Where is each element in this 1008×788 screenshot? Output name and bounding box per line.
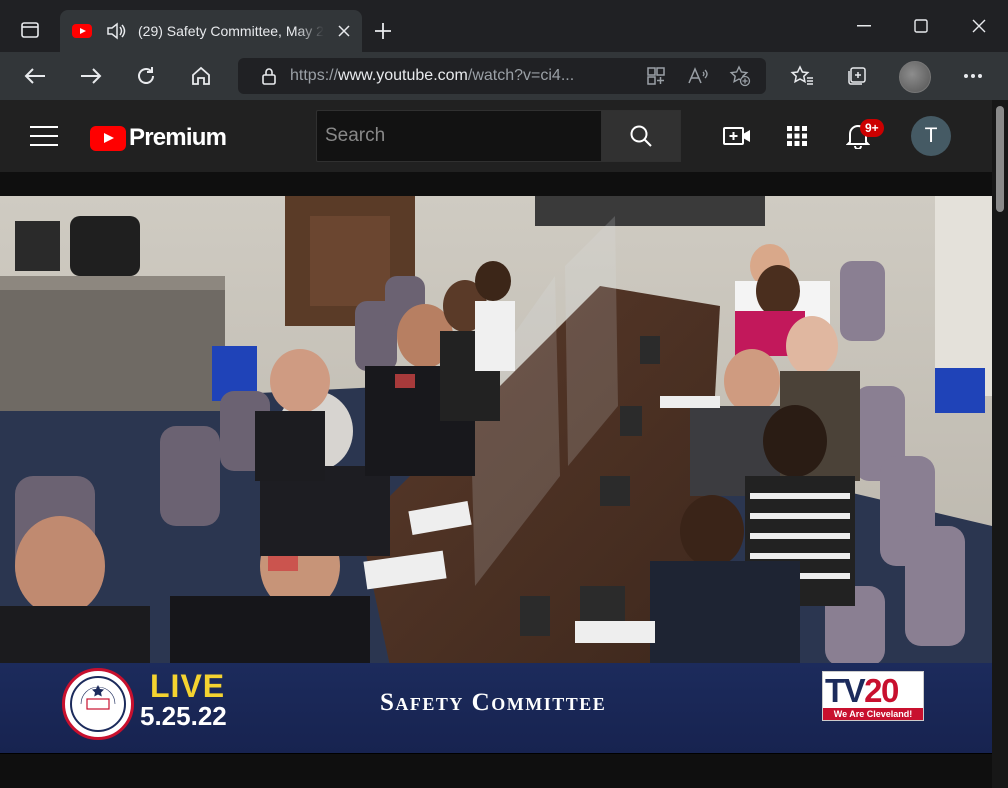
home-icon[interactable] [186,62,216,90]
lock-icon[interactable] [262,67,276,85]
user-avatar[interactable]: T [911,116,951,156]
search-box[interactable] [316,110,602,162]
notifications-badge: 9+ [860,119,884,137]
video-player[interactable]: LIVE 5.25.22 Safety Committee TV20 We Ar… [0,196,992,754]
youtube-header: Premium 9+ T [0,100,992,172]
search-icon [630,125,652,147]
browser-window: (29) Safety Committee, May 25, 2022 [0,0,1008,788]
broadcast-lower-third: LIVE 5.25.22 Safety Committee TV20 We Ar… [0,663,992,753]
back-arrow-icon[interactable] [20,62,50,90]
audio-playing-icon[interactable] [106,22,126,40]
youtube-page: Premium 9+ T [0,100,992,788]
maximize-icon[interactable] [901,12,941,40]
youtube-favicon-icon [72,24,92,38]
add-favorite-icon[interactable] [726,62,754,90]
active-tab[interactable]: (29) Safety Committee, May 25, 2022 [60,10,362,52]
more-options-icon[interactable] [958,62,988,90]
minimize-icon[interactable] [844,12,884,40]
menu-icon[interactable] [30,124,58,148]
browser-toolbar: https://www.youtube.com/watch?v=ci4... [0,52,1008,100]
tab-strip: (29) Safety Committee, May 25, 2022 [0,0,1008,52]
refresh-icon[interactable] [131,62,161,90]
city-council-seal-icon [62,668,134,740]
tab-close-icon[interactable] [338,25,350,37]
new-tab-icon[interactable] [370,18,396,44]
browser-profile-avatar[interactable] [899,61,931,93]
favorites-icon[interactable] [787,62,817,90]
meeting-room-video-frame [0,196,992,666]
youtube-premium-logo[interactable]: Premium [90,124,227,152]
broadcast-date: 5.25.22 [140,701,227,731]
tv20-logo: TV20 We Are Cleveland! [822,671,924,721]
logo-text: Premium [129,124,227,151]
app-available-icon[interactable] [642,62,670,90]
create-video-icon[interactable] [721,120,753,152]
tab-actions-icon[interactable] [12,16,48,44]
window-close-icon[interactable] [959,12,999,40]
committee-title: Safety Committee [380,689,607,716]
page-scrollbar[interactable] [992,100,1008,788]
scrollbar-thumb[interactable] [996,106,1004,212]
youtube-logo-icon [90,125,126,151]
url-text: https://www.youtube.com/watch?v=ci4... [290,67,575,84]
search-button[interactable] [601,110,681,162]
read-aloud-icon[interactable] [684,62,712,90]
collections-icon[interactable] [842,62,872,90]
apps-grid-icon[interactable] [781,120,813,152]
live-label: LIVE [150,668,226,704]
tab-title: (29) Safety Committee, May 25, 2022 [138,23,324,39]
forward-arrow-icon[interactable] [76,62,106,90]
station-tagline: We Are Cleveland! [823,708,923,720]
search-input[interactable] [317,111,601,161]
address-bar[interactable]: https://www.youtube.com/watch?v=ci4... [238,58,766,94]
